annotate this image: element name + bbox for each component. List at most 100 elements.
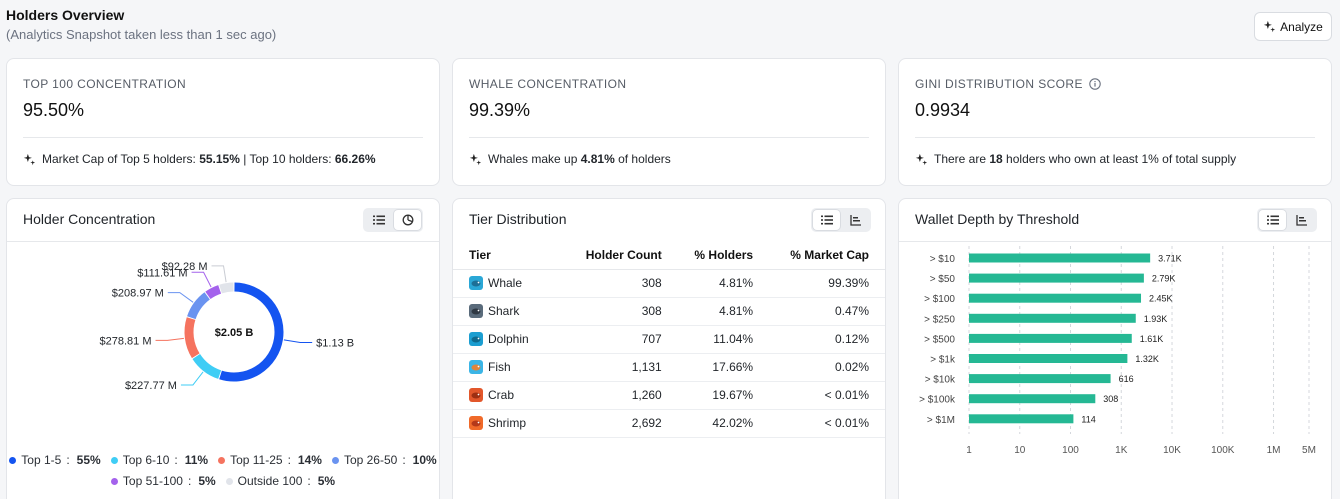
- depth-bar[interactable]: [969, 273, 1144, 283]
- legend-label: Top 1-5: [21, 453, 62, 467]
- legend-sep: :: [187, 474, 192, 488]
- donut-legend: Top 1-5: 55% Top 6-10: 11% Top 11-25: 14…: [7, 453, 439, 467]
- view-toggle: [1257, 208, 1317, 232]
- whale-icon: [469, 276, 483, 290]
- bar-view-button[interactable]: [1288, 210, 1315, 230]
- divider: [469, 137, 869, 138]
- note-value: 66.26%: [334, 152, 376, 166]
- bar-value-label: 3.71K: [1158, 254, 1182, 264]
- depth-bar[interactable]: [969, 333, 1132, 343]
- pct-mcap-cell: < 0.01%: [769, 409, 885, 438]
- column-header[interactable]: % Holders: [677, 241, 770, 270]
- stat-value: 0.9934: [915, 100, 971, 120]
- note-text: Whales make up: [488, 152, 581, 166]
- list-view-button[interactable]: [365, 210, 392, 230]
- donut-slice[interactable]: [205, 285, 222, 300]
- leader-line: [283, 339, 313, 343]
- table-row: Shark 308 4.81% 0.47%: [453, 297, 885, 326]
- x-tick-label: 100: [1062, 445, 1079, 456]
- leader-line: [180, 371, 204, 386]
- fish-icon: [469, 360, 483, 374]
- tier-table: Tier Holder Count % Holders % Market Cap…: [453, 241, 885, 438]
- depth-bar[interactable]: [969, 354, 1128, 363]
- legend-percent: 11%: [184, 453, 209, 467]
- depth-bar[interactable]: [969, 293, 1142, 303]
- wallet-depth-bar-chart: 1 10 100 1K 10K 100K 1M 5M > $10 3.71K > $50 2.79K >…: [919, 246, 1316, 456]
- legend-sep: :: [66, 453, 70, 467]
- legend-item[interactable]: Top 1-5: 55%: [9, 453, 101, 467]
- legend-sep: :: [402, 453, 406, 467]
- stat-label-text: GINI DISTRIBUTION SCORE: [915, 77, 1083, 91]
- wallet-depth-card: Wallet Depth by Threshold 1 10 100 1K 10K 100…: [898, 198, 1332, 499]
- slice-value-label: $1.13 B: [316, 337, 354, 349]
- legend-label: Top 6-10: [122, 453, 170, 467]
- stat-card-gini: GINI DISTRIBUTION SCORE 0.9934 There are…: [898, 58, 1332, 186]
- holder-count-cell: 2,692: [565, 409, 678, 438]
- note-text: holders who own at least 1% of total sup…: [1002, 152, 1237, 166]
- legend-label: Top 26-50: [343, 453, 398, 467]
- list-icon: [820, 215, 833, 225]
- tier-cell: Dolphin: [453, 325, 566, 354]
- x-tick-label: 1: [966, 445, 972, 456]
- snapshot-subtitle: (Analytics Snapshot taken less than 1 se…: [6, 27, 277, 42]
- tier-cell: Shrimp: [453, 409, 566, 438]
- tier-name: Shark: [488, 304, 520, 318]
- tier-cell: Crab: [453, 381, 566, 410]
- pct-holders-cell: 4.81%: [677, 269, 770, 298]
- stat-label: TOP 100 CONCENTRATION: [23, 77, 187, 91]
- x-tick-label: 10: [1014, 445, 1026, 456]
- table-row: Fish 1,131 17.66% 0.02%: [453, 353, 885, 382]
- donut-slice[interactable]: [192, 353, 222, 379]
- depth-bar[interactable]: [969, 374, 1111, 384]
- tier-name: Whale: [488, 276, 523, 290]
- card-title: Tier Distribution: [469, 211, 567, 227]
- legend-label: Top 11-25: [230, 453, 283, 467]
- list-icon: [372, 215, 385, 225]
- legend-item[interactable]: Outside 100: 5%: [225, 474, 336, 488]
- note-value: 55.15%: [199, 152, 240, 166]
- list-view-button[interactable]: [1259, 210, 1286, 230]
- tier-cell: Fish: [453, 353, 566, 382]
- page-title: Holders Overview: [6, 7, 125, 23]
- legend-percent: 14%: [297, 453, 322, 467]
- depth-bar[interactable]: [969, 414, 1074, 424]
- donut-slice[interactable]: [184, 317, 200, 359]
- holder-count-cell: 308: [565, 269, 678, 298]
- pie-view-button[interactable]: [394, 210, 421, 230]
- column-header[interactable]: Holder Count: [565, 241, 678, 270]
- bar-view-button[interactable]: [842, 210, 869, 230]
- pct-mcap-cell: 0.12%: [769, 325, 885, 354]
- card-title: Holder Concentration: [23, 211, 156, 227]
- leader-line: [155, 337, 184, 341]
- depth-bar[interactable]: [969, 313, 1136, 323]
- analyze-button[interactable]: Analyze: [1254, 12, 1332, 41]
- donut-slice[interactable]: [219, 282, 234, 294]
- y-category-label: > $500: [924, 334, 955, 345]
- holder-donut-chart: $2.05 B $1.13 B $227.77 M $278.81 M $208.97 …: [100, 261, 355, 392]
- legend-item[interactable]: Top 51-100: 5%: [110, 474, 216, 488]
- bar-value-label: 114: [1081, 414, 1095, 424]
- holder-count-cell: 1,260: [565, 381, 678, 410]
- pct-holders-cell: 4.81%: [677, 297, 770, 326]
- legend-sep: :: [287, 453, 291, 467]
- analyze-label: Analyze: [1280, 19, 1323, 34]
- holder-concentration-card: Holder Concentration $2.05 B $1.13 B $227.…: [6, 198, 440, 499]
- depth-bar[interactable]: [969, 394, 1096, 404]
- donut-slice[interactable]: [187, 292, 211, 320]
- legend-item[interactable]: Top 11-25: 14%: [218, 453, 322, 467]
- legend-swatch: [225, 477, 233, 485]
- legend-percent: 5%: [317, 474, 336, 488]
- bar-value-label: 1.61K: [1140, 334, 1164, 344]
- depth-bar[interactable]: [969, 253, 1151, 263]
- list-view-button[interactable]: [813, 210, 840, 230]
- column-header[interactable]: % Market Cap: [769, 241, 885, 270]
- holder-count-cell: 1,131: [565, 353, 678, 382]
- legend-item[interactable]: Top 6-10: 11%: [110, 453, 209, 467]
- info-icon[interactable]: [1089, 78, 1101, 90]
- column-header[interactable]: Tier: [453, 241, 566, 270]
- slice-value-label: $278.81 M: [100, 335, 152, 347]
- divider: [23, 137, 423, 138]
- y-category-label: > $10: [930, 254, 956, 265]
- bar-value-label: 1.93K: [1144, 314, 1168, 324]
- legend-item[interactable]: Top 26-50: 10%: [331, 453, 437, 467]
